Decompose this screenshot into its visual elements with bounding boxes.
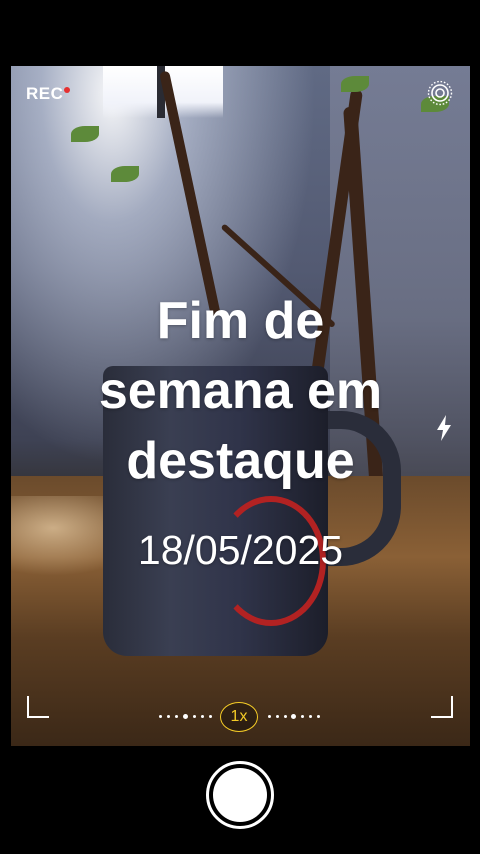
rec-label: REC bbox=[26, 84, 64, 103]
rec-indicator: REC bbox=[26, 84, 71, 104]
leaf bbox=[111, 166, 139, 182]
zoom-tick bbox=[159, 715, 162, 718]
shutter-button[interactable] bbox=[206, 761, 274, 829]
zoom-tick bbox=[268, 715, 271, 718]
overlay-date: 18/05/2025 bbox=[137, 527, 344, 573]
zoom-tick bbox=[276, 715, 279, 718]
shutter-button-inner[interactable] bbox=[213, 768, 267, 822]
zoom-tick bbox=[201, 715, 204, 718]
zoom-tick bbox=[284, 715, 287, 718]
zoom-tick bbox=[193, 715, 196, 718]
zoom-tick bbox=[167, 715, 170, 718]
frame-corner-bottom-right bbox=[431, 696, 453, 718]
title-line-1: Fim de bbox=[156, 292, 325, 350]
zoom-tick bbox=[317, 715, 320, 718]
leaf bbox=[341, 76, 369, 92]
zoom-tick bbox=[309, 715, 312, 718]
overlay-title: Fim de semana em destaque bbox=[11, 286, 470, 496]
title-line-2: semana em bbox=[98, 362, 383, 420]
zoom-tick-major bbox=[291, 714, 296, 719]
zoom-level-button[interactable]: 1x bbox=[220, 702, 258, 732]
zoom-control[interactable]: 1x bbox=[156, 702, 326, 732]
zoom-tick bbox=[301, 715, 304, 718]
frame-corner-bottom-left bbox=[27, 696, 49, 718]
leaf bbox=[71, 126, 99, 142]
zoom-tick-major bbox=[183, 714, 188, 719]
live-photo-icon[interactable] bbox=[427, 80, 453, 106]
zoom-tick bbox=[209, 715, 212, 718]
title-line-3: destaque bbox=[126, 432, 355, 490]
record-dot-icon bbox=[64, 87, 71, 93]
zoom-tick bbox=[175, 715, 178, 718]
